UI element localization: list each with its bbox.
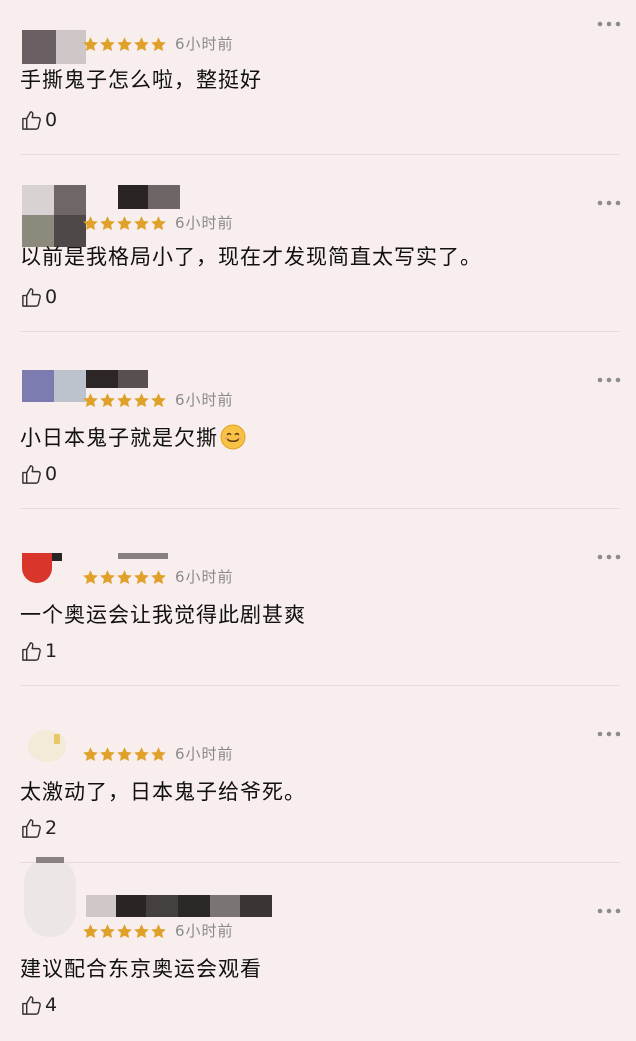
thumbs-up-icon xyxy=(20,994,43,1017)
star-icon xyxy=(133,923,150,940)
star-icon xyxy=(99,215,116,232)
star-icon xyxy=(150,36,167,53)
like-count: 1 xyxy=(45,640,58,662)
like-button[interactable]: 0 xyxy=(20,108,57,132)
star-icon xyxy=(133,746,150,763)
comment-text: 以前是我格局小了，现在才发现简直太写实了。 xyxy=(20,245,482,269)
username[interactable] xyxy=(86,370,148,388)
star-icon xyxy=(116,36,133,53)
like-button[interactable]: 4 xyxy=(20,993,57,1017)
comment-text-body: 小日本鬼子就是欠撕 xyxy=(20,426,218,450)
comment-item: 6小时前 手撕鬼子怎么啦，整挺好 0 xyxy=(0,0,636,155)
more-options-button[interactable] xyxy=(596,905,622,917)
comment-text: 太激动了，日本鬼子给爷死。 xyxy=(20,780,306,804)
more-dots-icon xyxy=(597,200,621,206)
star-icon xyxy=(150,392,167,409)
thumbs-up-icon xyxy=(20,817,43,840)
star-icon xyxy=(82,923,99,940)
star-icon xyxy=(116,569,133,586)
comment-item: 6小时前 建议配合东京奥运会观看 4 xyxy=(0,857,636,1041)
like-button[interactable]: 0 xyxy=(20,462,57,486)
thumbs-up-icon xyxy=(20,463,43,486)
more-options-button[interactable] xyxy=(596,728,622,740)
like-button[interactable]: 0 xyxy=(20,285,57,309)
star-icon xyxy=(150,569,167,586)
star-icon xyxy=(82,569,99,586)
star-icon xyxy=(116,392,133,409)
comment-text: 一个奥运会让我觉得此剧甚爽 xyxy=(20,603,306,627)
more-dots-icon xyxy=(597,908,621,914)
like-count: 0 xyxy=(45,109,58,131)
star-rating xyxy=(82,568,167,586)
avatar[interactable] xyxy=(22,30,86,64)
comment-item: 6小时前 以前是我格局小了，现在才发现简直太写实了。 0 xyxy=(0,155,636,332)
thumbs-up-icon xyxy=(20,286,43,309)
more-dots-icon xyxy=(597,377,621,383)
comment-time: 6小时前 xyxy=(175,922,234,940)
like-count: 4 xyxy=(45,994,58,1016)
comment-item: 6小时前 一个奥运会让我觉得此剧甚爽 1 xyxy=(0,509,636,686)
star-rating xyxy=(82,745,167,763)
avatar[interactable] xyxy=(22,370,86,402)
star-icon xyxy=(99,746,116,763)
comment-time: 6小时前 xyxy=(175,745,234,763)
thumbs-up-icon xyxy=(20,109,43,132)
comment-time: 6小时前 xyxy=(175,35,234,53)
comment-time: 6小时前 xyxy=(175,391,234,409)
comment-text: 建议配合东京奥运会观看 xyxy=(20,957,262,981)
star-icon xyxy=(116,923,133,940)
comment-time: 6小时前 xyxy=(175,568,234,586)
star-rating xyxy=(82,922,167,940)
comment-feed: 6小时前 手撕鬼子怎么啦，整挺好 0 6小时前 以前是我格局小了，现在才发现简直… xyxy=(0,0,636,1041)
more-options-button[interactable] xyxy=(596,551,622,563)
star-icon xyxy=(150,215,167,232)
star-icon xyxy=(99,36,116,53)
comment-time: 6小时前 xyxy=(175,214,234,232)
more-dots-icon xyxy=(597,21,621,27)
smiling-face-emoji xyxy=(220,424,246,450)
username[interactable] xyxy=(118,185,180,209)
avatar[interactable] xyxy=(22,553,78,583)
star-icon xyxy=(150,746,167,763)
star-icon xyxy=(133,392,150,409)
star-icon xyxy=(82,746,99,763)
star-icon xyxy=(82,392,99,409)
star-rating xyxy=(82,391,167,409)
more-dots-icon xyxy=(597,554,621,560)
like-count: 0 xyxy=(45,286,58,308)
star-icon xyxy=(99,923,116,940)
like-count: 0 xyxy=(45,463,58,485)
thumbs-up-icon xyxy=(20,640,43,663)
star-icon xyxy=(99,569,116,586)
star-rating xyxy=(82,35,167,53)
star-icon xyxy=(116,746,133,763)
comment-text: 小日本鬼子就是欠撕 xyxy=(20,424,246,452)
star-icon xyxy=(150,923,167,940)
comment-item: 6小时前 太激动了，日本鬼子给爷死。 2 xyxy=(0,686,636,863)
more-options-button[interactable] xyxy=(596,197,622,209)
like-button[interactable]: 1 xyxy=(20,639,57,663)
comment-text: 手撕鬼子怎么啦，整挺好 xyxy=(20,68,262,92)
comment-item: 6小时前 小日本鬼子就是欠撕 0 xyxy=(0,332,636,509)
more-options-button[interactable] xyxy=(596,18,622,30)
username[interactable] xyxy=(118,553,168,559)
like-button[interactable]: 2 xyxy=(20,816,57,840)
star-icon xyxy=(133,36,150,53)
avatar[interactable] xyxy=(22,722,72,762)
avatar[interactable] xyxy=(22,185,86,247)
star-icon xyxy=(99,392,116,409)
star-icon xyxy=(133,569,150,586)
star-icon xyxy=(116,215,133,232)
star-icon xyxy=(82,215,99,232)
like-count: 2 xyxy=(45,817,58,839)
username[interactable] xyxy=(86,895,272,917)
star-rating xyxy=(82,214,167,232)
avatar[interactable] xyxy=(22,857,80,937)
more-dots-icon xyxy=(597,731,621,737)
more-options-button[interactable] xyxy=(596,374,622,386)
star-icon xyxy=(82,36,99,53)
star-icon xyxy=(133,215,150,232)
